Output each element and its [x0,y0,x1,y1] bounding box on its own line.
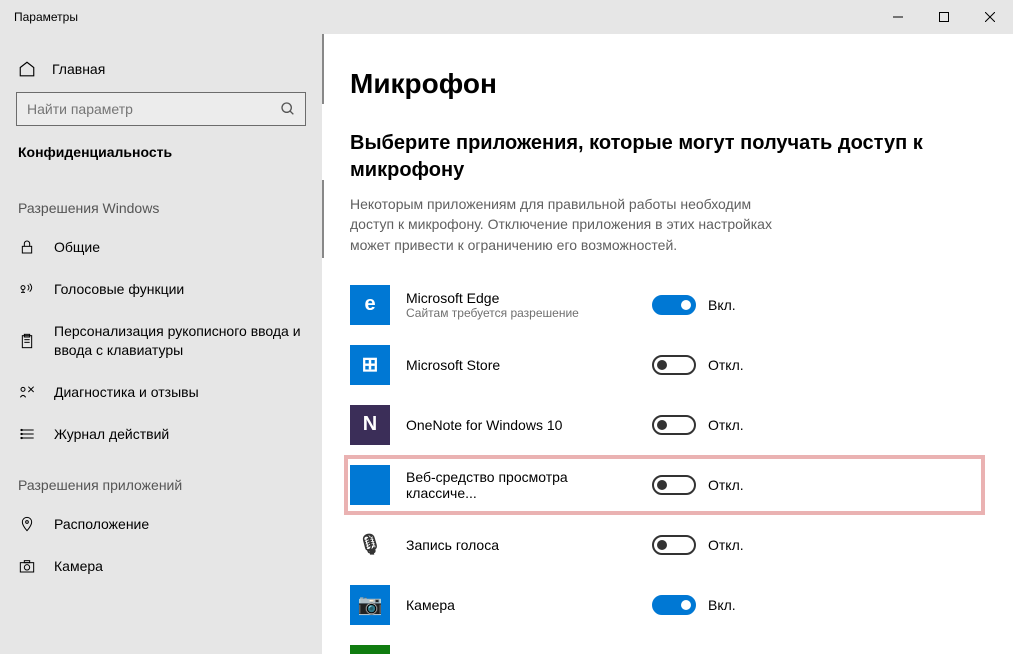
app-toggle[interactable] [652,355,696,375]
app-toggle[interactable] [652,415,696,435]
clipboard-icon [18,332,36,350]
app-toggle[interactable] [652,475,696,495]
current-section: Конфиденциальность [0,144,322,178]
app-name: Microsoft Edge [406,290,636,306]
nav-inking[interactable]: Персонализация рукописного ввода и ввода… [0,310,322,370]
section-title: Выберите приложения, которые могут получ… [350,130,985,184]
app-subtext: Сайтам требуется разрешение [406,306,636,320]
app-icon: N [350,405,390,445]
app-icon [350,465,390,505]
app-toggle[interactable] [652,535,696,555]
home-icon [18,60,36,78]
nav-diagnostics[interactable]: Диагностика и отзывы [0,371,322,413]
scroll-indicator [322,180,324,258]
app-toggle[interactable] [652,295,696,315]
search-icon [280,101,296,117]
toggle-state-label: Откл. [708,417,744,433]
app-row: 🎙 Запись голоса Откл. [350,515,985,575]
lock-icon [18,239,36,255]
app-row: ⊞ Microsoft Store Откл. [350,335,985,395]
toggle-state-label: Откл. [708,537,744,553]
app-row: N OneNote for Windows 10 Откл. [350,395,985,455]
app-row: ⌂ Компаньон консоли Xbox Откл. [350,635,985,654]
nav-label: Камера [54,557,304,575]
group-heading-apps: Разрешения приложений [0,455,322,503]
nav-label: Расположение [54,515,304,533]
app-name: Запись голоса [406,537,636,553]
close-button[interactable] [967,0,1013,34]
app-row: e Microsoft Edge Сайтам требуется разреш… [350,275,985,335]
app-row: Веб-средство просмотра классиче... Откл. [344,455,985,515]
location-icon [18,516,36,532]
search-input[interactable] [16,92,306,126]
app-icon: ⌂ [350,645,390,654]
group-heading-windows: Разрешения Windows [0,178,322,226]
home-label: Главная [52,61,105,77]
nav-activity[interactable]: Журнал действий [0,413,322,455]
feedback-icon [18,384,36,400]
nav-speech[interactable]: Голосовые функции [0,268,322,310]
app-name: Microsoft Store [406,357,636,373]
maximize-button[interactable] [921,0,967,34]
nav-label: Голосовые функции [54,280,304,298]
app-icon: e [350,285,390,325]
app-name: OneNote for Windows 10 [406,417,636,433]
app-icon: ⊞ [350,345,390,385]
titlebar: Параметры [0,0,1013,34]
app-name: Камера [406,597,636,613]
content-area: Микрофон Выберите приложения, которые мо… [322,34,1013,654]
camera-icon [18,558,36,574]
toggle-state-label: Откл. [708,477,744,493]
scroll-indicator [322,34,324,104]
window-title: Параметры [14,10,875,24]
app-name: Веб-средство просмотра классиче... [406,469,636,501]
section-description: Некоторым приложениям для правильной раб… [350,194,780,255]
nav-label: Журнал действий [54,425,304,443]
page-title: Микрофон [350,68,985,100]
nav-location[interactable]: Расположение [0,503,322,545]
nav-camera[interactable]: Камера [0,545,322,587]
nav-general[interactable]: Общие [0,226,322,268]
app-icon: 📷 [350,585,390,625]
toggle-state-label: Вкл. [708,297,736,313]
app-row: 📷 Камера Вкл. [350,575,985,635]
toggle-state-label: Вкл. [708,597,736,613]
home-nav[interactable]: Главная [0,52,322,92]
nav-label: Персонализация рукописного ввода и ввода… [54,322,304,358]
app-icon: 🎙 [350,525,390,565]
sidebar: Главная Конфиденциальность Разрешения Wi… [0,34,322,654]
app-toggle[interactable] [652,595,696,615]
history-icon [18,426,36,442]
speech-icon [18,281,36,297]
nav-label: Общие [54,238,304,256]
toggle-state-label: Откл. [708,357,744,373]
minimize-button[interactable] [875,0,921,34]
nav-label: Диагностика и отзывы [54,383,304,401]
